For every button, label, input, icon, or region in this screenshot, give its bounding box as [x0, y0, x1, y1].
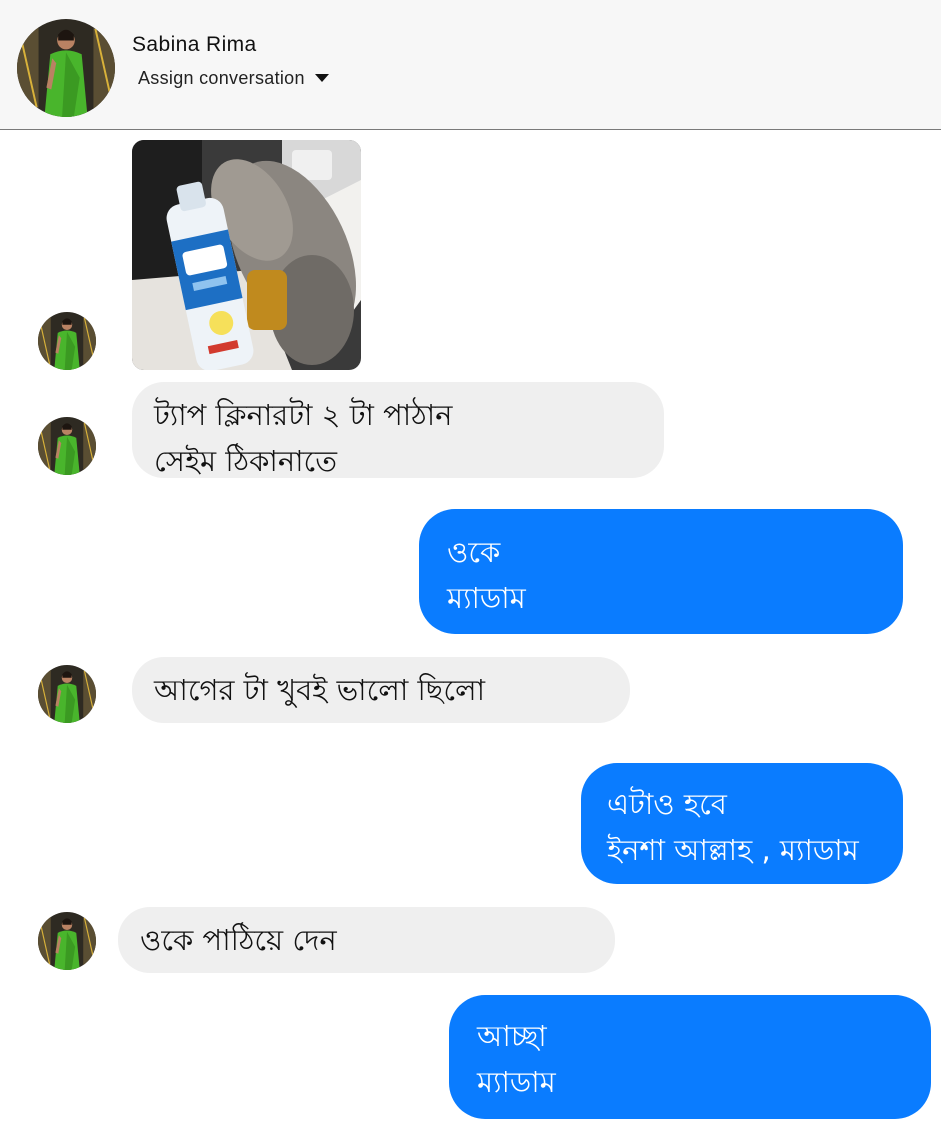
sender-avatar[interactable]: [38, 417, 96, 475]
avatar-image: [38, 912, 96, 970]
sender-avatar[interactable]: [38, 312, 96, 370]
caret-down-icon: [314, 74, 329, 82]
incoming-message-bubble[interactable]: ওকে পাঠিয়ে দেন: [118, 907, 615, 973]
sender-avatar[interactable]: [38, 912, 96, 970]
outgoing-message-bubble[interactable]: এটাও হবে ইনশা আল্লাহ , ম্যাডাম: [581, 763, 903, 884]
product-photo-image: [132, 140, 361, 370]
avatar-image: [17, 19, 115, 117]
contact-avatar[interactable]: [17, 19, 115, 117]
avatar-image: [38, 312, 96, 370]
sender-avatar[interactable]: [38, 665, 96, 723]
assign-conversation-dropdown[interactable]: Assign conversation: [138, 66, 329, 90]
outgoing-message-bubble[interactable]: আচ্ছা ম্যাডাম: [449, 995, 931, 1119]
conversation-header: Sabina Rima Assign conversation: [0, 0, 941, 130]
assign-conversation-label: Assign conversation: [138, 67, 305, 88]
avatar-image: [38, 417, 96, 475]
contact-name[interactable]: Sabina Rima: [132, 33, 257, 57]
incoming-message-bubble[interactable]: আগের টা খুবই ভালো ছিলো: [132, 657, 630, 723]
outgoing-message-bubble[interactable]: ওকে ম্যাডাম: [419, 509, 903, 634]
incoming-message-bubble[interactable]: ট্যাপ ক্লিনারটা ২ টা পাঠান সেইম ঠিকানাতে: [132, 382, 664, 478]
message-photo[interactable]: [132, 140, 361, 370]
avatar-image: [38, 665, 96, 723]
